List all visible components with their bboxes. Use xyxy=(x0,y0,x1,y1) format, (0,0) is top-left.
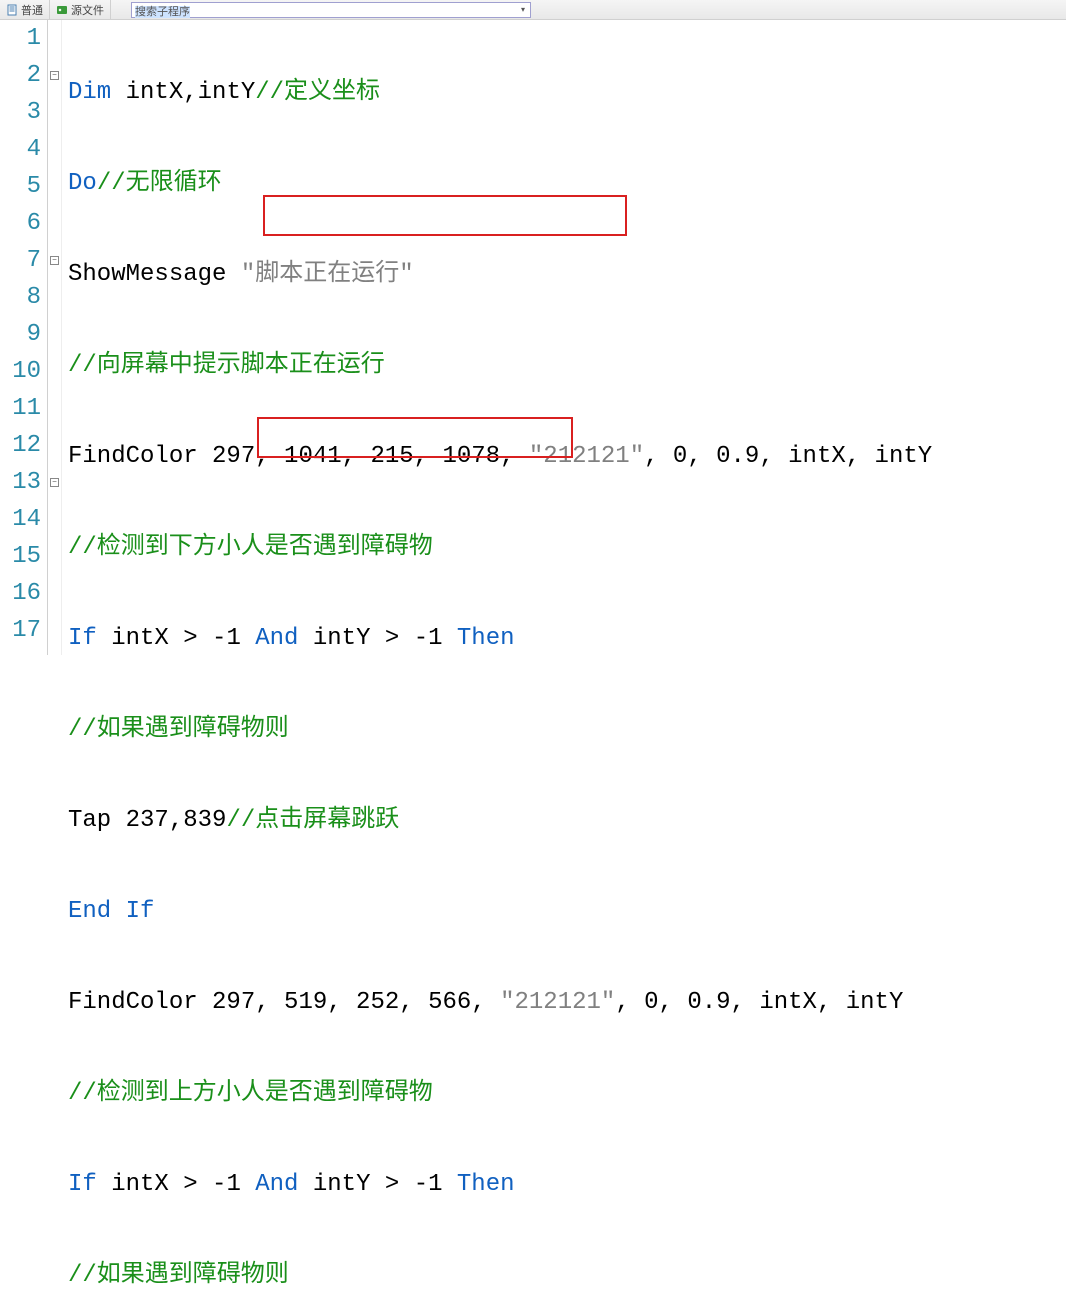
line-number: 15 xyxy=(0,538,41,575)
tab-normal-label: 普通 xyxy=(21,2,43,18)
search-placeholder: 搜索子程序 xyxy=(135,6,190,18)
dropdown-icon[interactable]: ▾ xyxy=(516,3,530,17)
code-line: ShowMessage "脚本正在运行" xyxy=(68,256,1066,293)
line-number: 2 xyxy=(0,57,41,94)
fold-marker-icon[interactable]: − xyxy=(50,71,59,80)
code-line: //检测到上方小人是否遇到障碍物 xyxy=(68,1075,1066,1112)
line-number: 12 xyxy=(0,427,41,464)
editor-toolbar: 普通 源文件 搜索子程序 ▾ xyxy=(0,0,1066,20)
code-line: FindColor 297, 1041, 215, 1078, "212121"… xyxy=(68,438,1066,475)
code-editor[interactable]: 1 2 3 4 5 6 7 8 9 10 11 12 13 14 15 16 1… xyxy=(0,20,1066,655)
tab-source-label: 源文件 xyxy=(71,2,104,18)
code-area[interactable]: Dim intX,intY//定义坐标 Do//无限循环 ShowMessage… xyxy=(62,20,1066,655)
line-number: 6 xyxy=(0,205,41,242)
code-line: //如果遇到障碍物则 xyxy=(68,711,1066,748)
fold-marker-icon[interactable]: − xyxy=(50,256,59,265)
fold-marker-icon[interactable]: − xyxy=(50,478,59,487)
fold-column: − − − xyxy=(48,20,62,655)
code-line: //向屏幕中提示脚本正在运行 xyxy=(68,347,1066,384)
line-number: 10 xyxy=(0,353,41,390)
highlight-box xyxy=(263,195,627,236)
line-number: 5 xyxy=(0,168,41,205)
code-line: Dim intX,intY//定义坐标 xyxy=(68,74,1066,111)
search-subroutine-input[interactable]: 搜索子程序 ▾ xyxy=(131,2,531,18)
line-number: 9 xyxy=(0,316,41,353)
line-number: 8 xyxy=(0,279,41,316)
line-number: 7 xyxy=(0,242,41,279)
code-line: If intX > -1 And intY > -1 Then xyxy=(68,620,1066,657)
code-line: FindColor 297, 519, 252, 566, "212121", … xyxy=(68,984,1066,1021)
line-number: 13 xyxy=(0,464,41,501)
tab-source[interactable]: 源文件 xyxy=(50,0,111,19)
code-line: If intX > -1 And intY > -1 Then xyxy=(68,1166,1066,1203)
line-number: 14 xyxy=(0,501,41,538)
line-number: 3 xyxy=(0,94,41,131)
line-number: 11 xyxy=(0,390,41,427)
code-line: Do//无限循环 xyxy=(68,165,1066,202)
line-number: 17 xyxy=(0,612,41,649)
code-line: //如果遇到障碍物则 xyxy=(68,1257,1066,1294)
document-icon xyxy=(6,4,18,16)
tab-normal[interactable]: 普通 xyxy=(0,0,50,19)
line-number: 4 xyxy=(0,131,41,168)
code-line: //检测到下方小人是否遇到障碍物 xyxy=(68,529,1066,566)
code-line: End If xyxy=(68,893,1066,930)
line-number-gutter: 1 2 3 4 5 6 7 8 9 10 11 12 13 14 15 16 1… xyxy=(0,20,48,655)
line-number: 16 xyxy=(0,575,41,612)
code-line: Tap 237,839//点击屏幕跳跃 xyxy=(68,802,1066,839)
line-number: 1 xyxy=(0,20,41,57)
source-icon xyxy=(56,4,68,16)
